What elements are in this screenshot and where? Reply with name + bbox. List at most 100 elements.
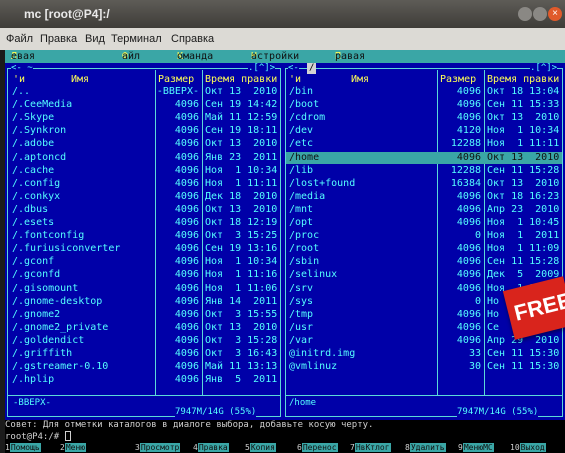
file-size: 4096 [174,217,199,228]
file-name: /lost+found [289,177,356,189]
file-row[interactable]: /.griffith 4096 Окт 3 16:43 [8,348,280,360]
file-row[interactable]: /etc 12288 Ноя 1 11:11 [286,138,562,150]
right-col-size[interactable]: Размер [440,74,476,86]
file-row[interactable]: /mnt 4096 Апр 23 2010 [286,204,562,216]
file-row[interactable]: /.aptoncd 4096 Янв 23 2011 [8,152,280,164]
menu-edit[interactable]: Правка [40,33,77,45]
file-row[interactable]: /.gisomount 4096 Ноя 1 11:06 [8,283,280,295]
file-name: /home [289,151,320,163]
close-button[interactable]: × [548,7,562,21]
file-mtime: Окт 13 2010 [487,177,560,189]
file-row[interactable]: /.fontconfig 4096 Окт 3 15:25 [8,230,280,242]
file-row[interactable]: /.gnome2 4096 Окт 3 15:55 [8,309,280,321]
file-row[interactable]: /.gnome2_private 4096 Окт 13 2010 [8,322,280,334]
file-row[interactable]: /.CeeMedia 4096 Сен 19 14:42 [8,99,280,111]
file-mtime: Май 11 12:59 [205,112,278,124]
file-row[interactable]: /boot 4096 Сен 11 15:33 [286,99,562,111]
left-col-time[interactable]: Время правки [205,74,277,86]
menu-view[interactable]: Вид [85,33,105,45]
file-size: 4096 [456,282,481,294]
file-name: /.cache [12,164,55,176]
left-panel-nav[interactable]: <- ~ [11,63,33,74]
file-row[interactable]: /proc 0 Ноя 1 2011 [286,230,562,242]
file-row[interactable]: /.dbus 4096 Окт 13 2010 [8,204,280,216]
file-row[interactable]: /.esets 4096 Окт 18 12:19 [8,217,280,229]
file-mtime: Окт 13 2010 [487,151,560,163]
left-col-size[interactable]: Размер [158,74,194,86]
fkey-7[interactable]: 7НвКтлог [350,442,391,453]
minimize-button[interactable] [518,7,532,21]
file-row[interactable]: /media 4096 Окт 18 16:23 [286,191,562,203]
fkey-8[interactable]: 8Удалить [405,442,446,453]
fkey-3[interactable]: 3Просмотр [135,442,181,453]
command-line[interactable]: root@P4:/# [5,431,565,442]
left-panel-corner[interactable]: .[^]> [248,63,276,74]
menu-help[interactable]: Справка [171,33,214,45]
file-row[interactable]: /.Skype 4096 Май 11 12:59 [8,112,280,124]
file-name: /lib [289,164,314,176]
menu-file[interactable]: Файл [6,33,33,45]
file-name: /.. [12,86,31,97]
right-panel-nav[interactable]: <- [288,63,299,74]
file-name: /.CeeMedia [12,99,73,111]
file-row[interactable]: /.furiusiconverter 4096 Сен 19 13:16 [8,243,280,255]
file-row[interactable]: /.conkyx 4096 Дек 18 2010 [8,191,280,203]
file-row[interactable]: /selinux 4096 Дек 5 2009 [286,269,562,281]
file-row[interactable]: /lost+found 16384 Окт 13 2010 [286,178,562,190]
file-mtime: Но [487,295,500,307]
file-mtime: Дек 18 2010 [205,190,278,202]
file-row[interactable]: /opt 4096 Ноя 1 10:45 [286,217,562,229]
file-size: 4096 [174,177,199,189]
file-name: /var [289,334,314,346]
file-row[interactable]: /dev 4120 Ноя 1 10:34 [286,125,562,137]
file-row[interactable]: /.gconfd 4096 Ноя 1 11:16 [8,269,280,281]
file-row[interactable]: /.Synkron 4096 Сен 19 18:11 [8,125,280,137]
right-panel-corner[interactable]: .[^]> [530,63,558,74]
left-col-name[interactable]: Имя [71,74,89,86]
fkey-label: Копия [249,443,276,452]
file-size: 4096 [174,308,199,320]
file-row[interactable]: /sbin 4096 Сен 11 15:28 [286,256,562,268]
file-mtime: Сен 11 15:28 [487,164,560,176]
left-panel[interactable]: <- ~ .[^]> 'и Имя Размер Время правки /.… [5,63,283,420]
right-col-name[interactable]: Имя [351,74,369,86]
file-row-selected[interactable]: /home 4096 Окт 13 2010 [286,151,562,164]
file-size: 4096 [456,190,481,202]
fkey-5[interactable]: 5Копия [245,442,276,453]
file-mtime: Се [487,321,500,333]
file-row[interactable]: /.. -ВВЕРХ- Окт 13 2010 [8,86,280,98]
file-size: 0 [474,230,481,242]
file-row[interactable]: /bin 4096 Окт 18 13:04 [286,86,562,98]
fkey-2[interactable]: 2Меню [60,442,87,453]
file-row[interactable]: /root 4096 Ноя 1 11:09 [286,243,562,255]
file-row[interactable]: /.hplip 4096 Янв 5 2011 [8,374,280,386]
file-row[interactable]: /cdrom 4096 Окт 13 2010 [286,112,562,124]
fkey-6[interactable]: 6Перенос [297,442,338,453]
file-row[interactable]: /lib 12288 Сен 11 15:28 [286,165,562,177]
fkey-10[interactable]: 10Выход [510,442,546,453]
maximize-button[interactable] [533,7,547,21]
fkey-label: Меню [64,443,87,452]
file-row[interactable]: /.goldendict 4096 Окт 3 15:28 [8,335,280,347]
file-row[interactable]: /.adobe 4096 Окт 13 2010 [8,138,280,150]
file-mtime: Сен 11 15:30 [487,348,560,359]
fkey-1[interactable]: 1Помощь [5,442,41,453]
file-row[interactable]: /.gnome-desktop 4096 Янв 14 2011 [8,296,280,308]
file-row[interactable]: /.cache 4096 Ноя 1 10:34 [8,165,280,177]
fkey-9[interactable]: 9МенюМС [458,442,494,453]
right-panel[interactable]: <- / .[^]> 'и Имя Размер Время правки /b… [283,63,565,420]
fkey-label: Удалить [409,443,446,452]
file-row[interactable]: /.gstreamer-0.10 4096 Май 11 13:13 [8,361,280,373]
file-size: 4120 [456,125,481,137]
file-mtime: Апр 23 2010 [487,203,560,215]
right-panel-path[interactable]: / [307,63,317,74]
right-col-time[interactable]: Время правки [487,74,559,86]
file-row[interactable]: @vmlinuz 30 Сен 11 15:30 [286,361,562,373]
file-name: /selinux [289,269,338,281]
fkey-4[interactable]: 4Правка [193,442,229,453]
file-name: /opt [289,217,314,228]
file-row[interactable]: /.gconf 4096 Ноя 1 10:34 [8,256,280,268]
file-row[interactable]: @initrd.img 33 Сен 11 15:30 [286,348,562,360]
menu-terminal[interactable]: Терминал [111,33,162,45]
file-row[interactable]: /.config 4096 Ноя 1 11:11 [8,178,280,190]
